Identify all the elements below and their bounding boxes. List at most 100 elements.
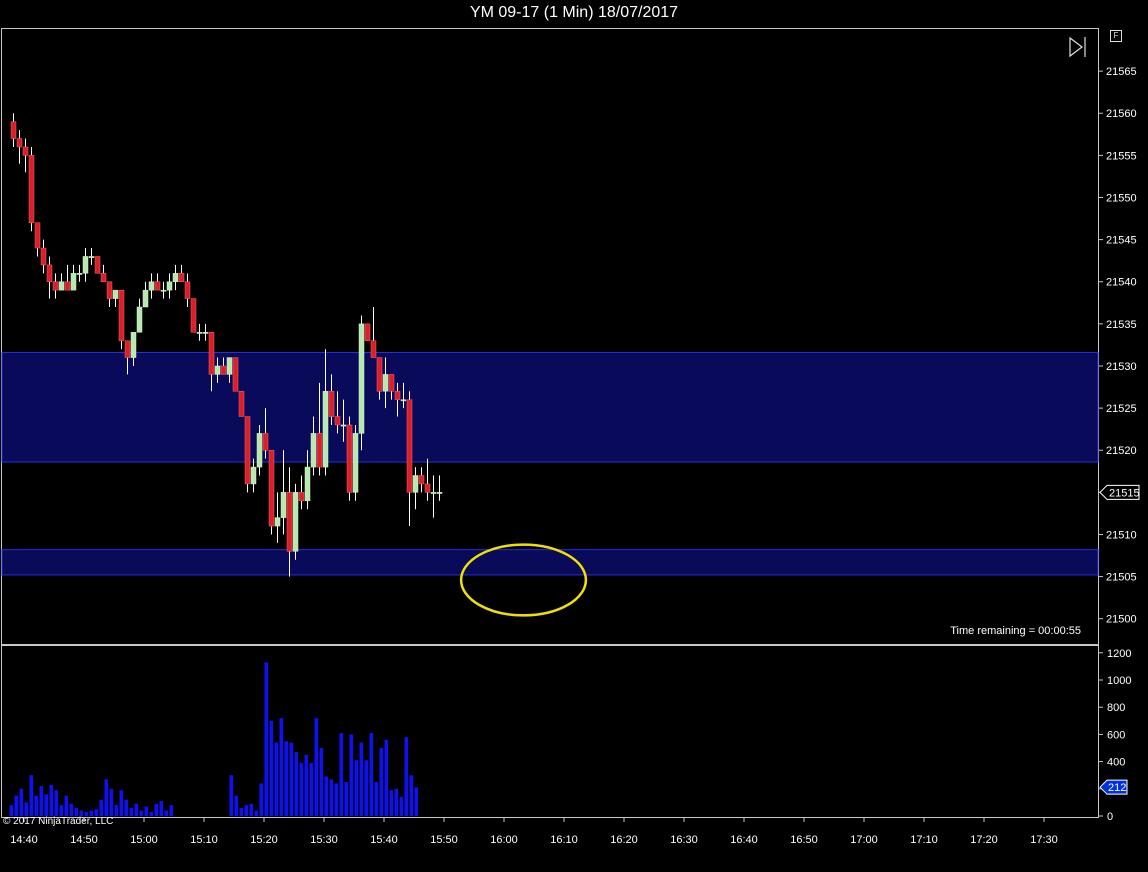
candle-body <box>262 433 269 451</box>
candle-body <box>304 466 311 502</box>
price-tick-label: 21525 <box>1106 403 1137 415</box>
candle-body <box>64 281 71 291</box>
volume-bar <box>254 810 259 816</box>
candle-body <box>202 332 209 334</box>
time-tick-label: 16:10 <box>550 834 578 846</box>
candle-body <box>340 424 347 427</box>
candle-body <box>22 146 29 156</box>
candle-body <box>268 449 275 527</box>
volume-bar <box>274 742 279 816</box>
volume-bar <box>129 807 134 816</box>
volume-axis: 020040060080010001200212 <box>1099 648 1131 823</box>
time-tick-label: 17:30 <box>1030 834 1058 846</box>
candle-body <box>310 433 317 468</box>
volume-bar <box>164 810 169 816</box>
candle-body <box>406 399 413 493</box>
volume-tick-label: 800 <box>1107 702 1125 714</box>
volume-bar <box>324 776 329 816</box>
last-price-label: 21515 <box>1109 487 1140 499</box>
candle-body <box>256 433 263 468</box>
time-tick-label: 15:50 <box>430 834 458 846</box>
zone-1 <box>1 352 1099 463</box>
candle-body <box>46 264 53 282</box>
price-tick-label: 21520 <box>1106 445 1137 457</box>
volume-bar <box>49 784 54 816</box>
candle-body <box>76 273 83 275</box>
time-tick-label: 16:00 <box>490 834 518 846</box>
volume-bar <box>339 733 344 816</box>
volume-bar <box>44 794 49 816</box>
price-tick-label: 21550 <box>1106 192 1137 204</box>
candle-body <box>178 273 185 282</box>
price-axis: 21500 21505 21510 21515 21520 21525 21530 21535… <box>1099 66 1140 626</box>
volume-bar <box>229 775 234 816</box>
price-tick-label: 21545 <box>1106 235 1137 247</box>
candle-body <box>166 281 173 291</box>
volume-bar <box>144 806 149 816</box>
candle-body <box>400 399 407 402</box>
time-tick-label: 17:00 <box>850 834 878 846</box>
candle-body <box>208 332 215 375</box>
volume-bar <box>354 760 359 816</box>
candle-body <box>388 374 395 392</box>
volume-bar <box>319 748 324 816</box>
volume-bar <box>34 795 39 816</box>
volume-tick-label: 1200 <box>1107 648 1131 660</box>
time-tick-label: 17:20 <box>970 834 998 846</box>
candle-body <box>136 306 143 333</box>
volume-bar <box>289 742 294 816</box>
time-tick-label: 16:20 <box>610 834 638 846</box>
candle-body <box>100 273 107 282</box>
time-tick-label: 16:40 <box>730 834 758 846</box>
candle-body <box>370 340 377 358</box>
volume-tick-label: 600 <box>1107 729 1125 741</box>
candle-body <box>292 492 299 552</box>
time-tick-label: 15:00 <box>130 834 158 846</box>
volume-bar <box>279 718 284 816</box>
candle-body <box>316 433 323 468</box>
price-tick-label: 21505 <box>1106 572 1137 584</box>
zone-2 <box>1 549 1099 576</box>
volume-bar <box>349 734 354 816</box>
volume-bar <box>149 811 154 816</box>
volume-bar <box>304 754 309 816</box>
time-tick-label: 14:40 <box>10 834 38 846</box>
chart-canvas: 21500 21505 21510 21515 21520 21525 21530 21535… <box>1 28 1140 846</box>
volume-bar <box>239 807 244 816</box>
volume-bar <box>154 803 159 816</box>
volume-bar <box>389 790 394 816</box>
time-tick-label: 14:50 <box>70 834 98 846</box>
candle-body <box>322 391 329 468</box>
candle-body <box>430 492 437 494</box>
candle-body <box>286 492 293 552</box>
candle-body <box>376 357 383 392</box>
candle-body <box>412 475 419 493</box>
candle-body <box>142 289 149 308</box>
volume-bar <box>399 796 404 816</box>
candle-body <box>112 289 119 299</box>
volume-bar <box>39 786 44 816</box>
price-tick-label: 21500 <box>1106 614 1137 626</box>
candle-body <box>94 256 101 274</box>
volume-bar <box>369 733 374 816</box>
volume-bar <box>249 803 254 816</box>
time-tick-label: 15:40 <box>370 834 398 846</box>
volume-bar <box>139 810 144 816</box>
candle-body <box>190 298 197 333</box>
price-tick-label: 21510 <box>1106 529 1137 541</box>
candle-body <box>436 492 443 494</box>
volume-bar <box>169 805 174 816</box>
volume-bar <box>394 788 399 816</box>
candle-body <box>334 416 341 426</box>
volume-series <box>9 662 419 816</box>
candlestick-series <box>10 113 443 577</box>
time-tick-label: 16:30 <box>670 834 698 846</box>
candle-body <box>106 281 113 299</box>
volume-bar <box>384 739 389 816</box>
scroll-to-end-icon[interactable] <box>1069 36 1086 58</box>
candle-body <box>274 517 281 527</box>
candle-body <box>40 247 47 266</box>
volume-bar <box>334 783 339 816</box>
candle-body <box>148 281 155 291</box>
candle-body <box>364 323 371 341</box>
